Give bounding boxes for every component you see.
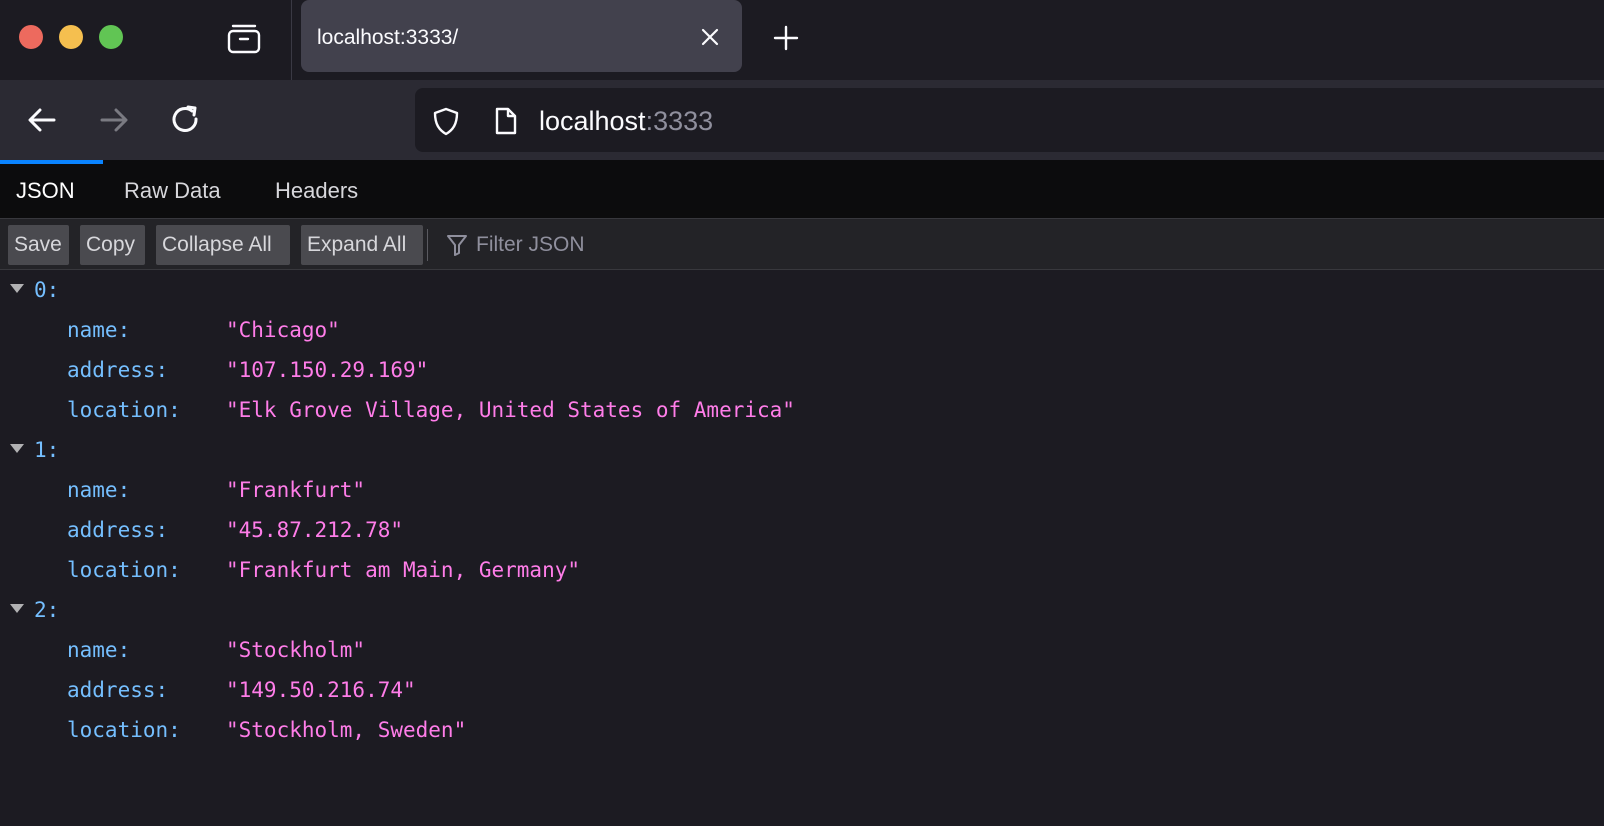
json-toolbar: Save Copy Collapse All Expand All — [0, 218, 1604, 270]
tree-row[interactable]: location: "Elk Grove Village, United Sta… — [0, 390, 1604, 430]
expand-all-button[interactable]: Expand All — [301, 225, 423, 265]
toolbar-divider — [427, 229, 428, 261]
json-key: address: — [67, 678, 169, 702]
json-value: "149.50.216.74" — [226, 678, 416, 702]
url-text[interactable]: localhost:3333 — [539, 106, 713, 137]
maximize-window-button[interactable] — [99, 25, 123, 49]
tab-headers[interactable]: Headers — [275, 160, 358, 218]
json-value: "Elk Grove Village, United States of Ame… — [226, 398, 795, 422]
json-key: location: — [67, 558, 181, 582]
tree-row-index[interactable]: 2: — [0, 590, 1604, 630]
close-tab-icon[interactable] — [698, 25, 722, 49]
tab-json[interactable]: JSON — [0, 160, 103, 218]
json-key: location: — [67, 398, 181, 422]
array-index: 1: — [34, 438, 60, 462]
expand-triangle-icon[interactable] — [10, 604, 24, 613]
tree-row[interactable]: location: "Frankfurt am Main, Germany" — [0, 550, 1604, 590]
expand-triangle-icon[interactable] — [10, 444, 24, 453]
close-window-button[interactable] — [19, 25, 43, 49]
tree-row[interactable]: name: "Chicago" — [0, 310, 1604, 350]
json-key: name: — [67, 318, 131, 342]
tab-divider — [291, 0, 292, 80]
copy-button[interactable]: Copy — [80, 225, 145, 265]
tree-row[interactable]: address: "149.50.216.74" — [0, 670, 1604, 710]
page-icon[interactable] — [493, 106, 519, 136]
back-arrow-icon[interactable] — [24, 102, 60, 138]
json-viewer-tabs: JSON Raw Data Headers — [0, 160, 1604, 218]
expand-triangle-icon[interactable] — [10, 284, 24, 293]
new-tab-icon[interactable] — [772, 24, 800, 52]
json-value: "Frankfurt" — [226, 478, 366, 502]
json-value: "Stockholm" — [226, 638, 366, 662]
tree-row[interactable]: name: "Stockholm" — [0, 630, 1604, 670]
tree-row-index[interactable]: 0: — [0, 270, 1604, 310]
reload-icon[interactable] — [168, 102, 204, 138]
forward-arrow-icon[interactable] — [96, 102, 132, 138]
tab-raw-data[interactable]: Raw Data — [124, 160, 221, 218]
filter-icon — [447, 235, 467, 256]
navigation-toolbar: localhost:3333 — [0, 80, 1604, 160]
browser-tab-active[interactable]: localhost:3333/ — [301, 0, 742, 72]
array-index: 2: — [34, 598, 60, 622]
json-value: "45.87.212.78" — [226, 518, 404, 542]
json-key: address: — [67, 358, 169, 382]
save-button[interactable]: Save — [8, 225, 69, 265]
json-key: name: — [67, 638, 131, 662]
minimize-window-button[interactable] — [59, 25, 83, 49]
json-value: "Frankfurt am Main, Germany" — [226, 558, 581, 582]
json-key: name: — [67, 478, 131, 502]
tree-row-index[interactable]: 1: — [0, 430, 1604, 470]
url-host: localhost — [539, 106, 646, 136]
tab-strip: localhost:3333/ — [0, 0, 1604, 80]
json-value: "Chicago" — [226, 318, 340, 342]
json-value: "107.150.29.169" — [226, 358, 429, 382]
json-tree: 0: name: "Chicago" address: "107.150.29.… — [0, 270, 1604, 826]
filter-json-input[interactable] — [474, 225, 1074, 265]
array-index: 0: — [34, 278, 60, 302]
url-port: :3333 — [645, 106, 714, 136]
tab-title: localhost:3333/ — [317, 26, 459, 49]
address-bar[interactable]: localhost:3333 — [415, 88, 1604, 152]
json-value: "Stockholm, Sweden" — [226, 718, 467, 742]
tree-row[interactable]: location: "Stockholm, Sweden" — [0, 710, 1604, 750]
collapse-all-button[interactable]: Collapse All — [156, 225, 290, 265]
tree-row[interactable]: address: "45.87.212.78" — [0, 510, 1604, 550]
json-key: location: — [67, 718, 181, 742]
shield-icon[interactable] — [431, 106, 461, 136]
json-key: address: — [67, 518, 169, 542]
tree-row[interactable]: address: "107.150.29.169" — [0, 350, 1604, 390]
tree-row[interactable]: name: "Frankfurt" — [0, 470, 1604, 510]
tab-overview-icon[interactable] — [226, 22, 262, 54]
